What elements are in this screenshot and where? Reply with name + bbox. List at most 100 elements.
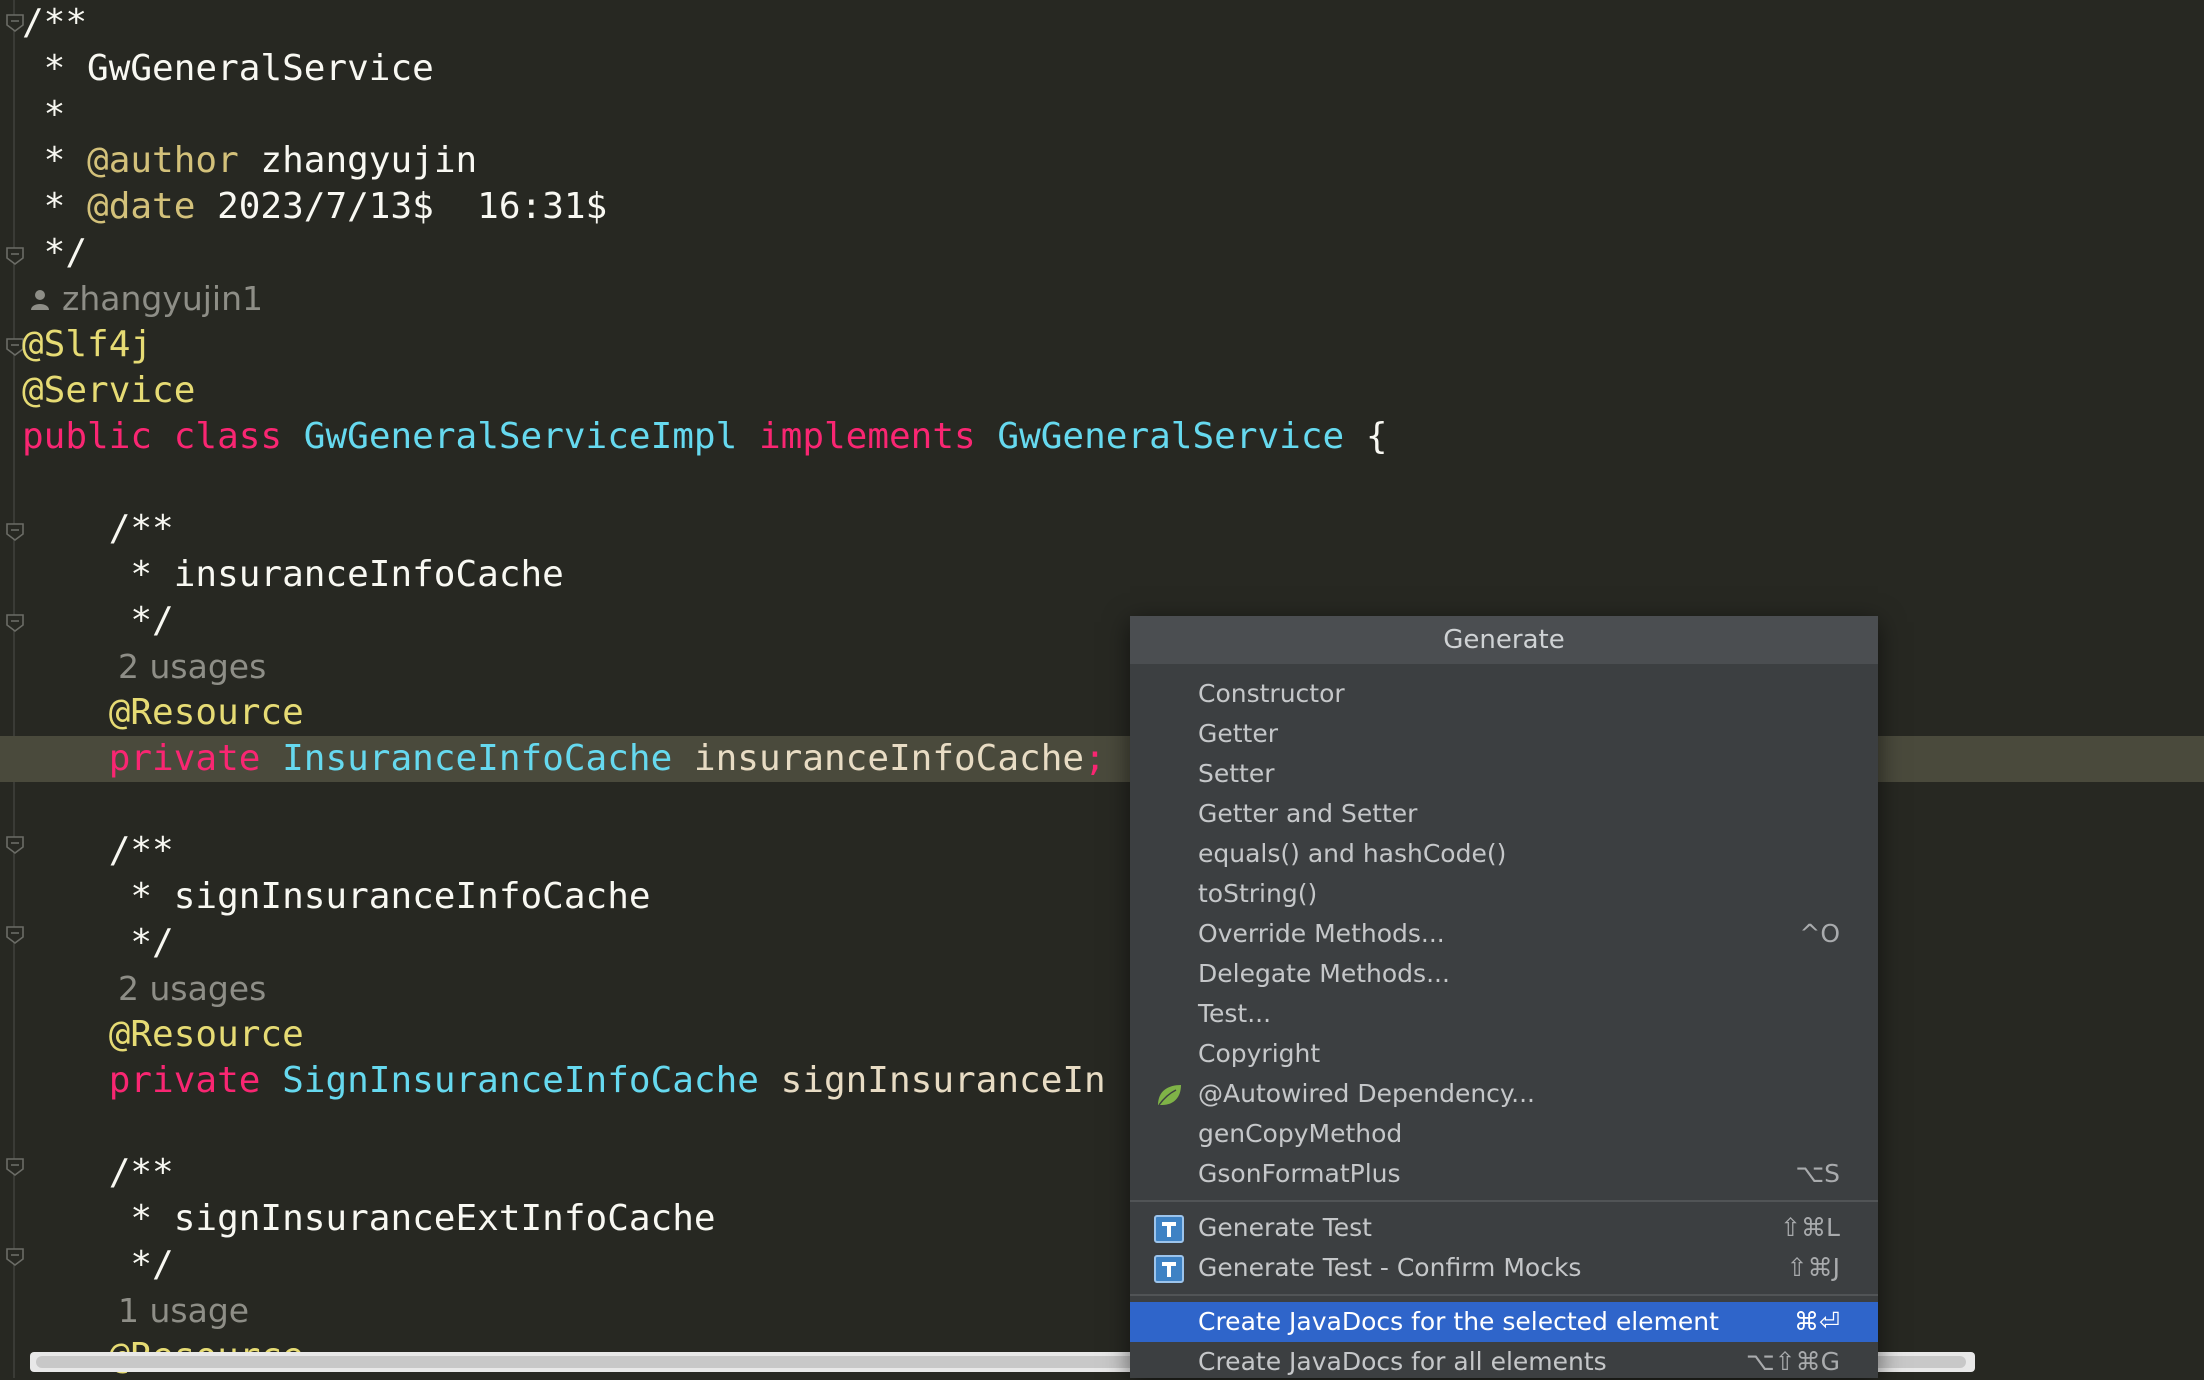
code-token: @Resource [22, 1014, 304, 1055]
code-token: InsuranceInfoCache [282, 738, 673, 779]
menu-item-create-javadocs-for-all-elements[interactable]: Create JavaDocs for all elements ⌥⇧⌘G [1130, 1342, 1878, 1378]
code-line[interactable]: * @date 2023/7/13$ 16:31$ [0, 184, 2204, 230]
code-line[interactable]: @Slf4j [0, 322, 2204, 368]
code-token: GwGeneralServiceImpl [303, 416, 738, 457]
menu-item-test[interactable]: Test... [1130, 994, 1878, 1034]
menu-item-label: Create JavaDocs for the selected element [1198, 1307, 1719, 1336]
menu-item-autowired-dependency[interactable]: @Autowired Dependency... [1130, 1074, 1878, 1114]
code-token: */ [22, 232, 88, 273]
menu-item-label: Setter [1198, 759, 1275, 788]
menu-item-equals-and-hashcode[interactable]: equals() and hashCode() [1130, 834, 1878, 874]
code-token: zhangyujin [238, 140, 478, 181]
menu-item-generate-test[interactable]: Generate Test ⇧⌘L [1130, 1208, 1878, 1248]
code-token: public [22, 416, 153, 457]
menu-item-gsonformatplus[interactable]: GsonFormatPlus ⌥S [1130, 1154, 1878, 1194]
menu-item-shortcut: ⇧⌘J [1786, 1253, 1840, 1282]
menu-item-label: Copyright [1198, 1039, 1321, 1068]
code-line[interactable]: * [0, 92, 2204, 138]
menu-item-label: @Autowired Dependency... [1198, 1079, 1535, 1108]
code-line[interactable]: /** [0, 0, 2204, 46]
code-token: implements [758, 416, 976, 457]
menu-item-override-methods[interactable]: Override Methods... ^O [1130, 914, 1878, 954]
code-token: signInsuranceIn [758, 1060, 1106, 1101]
menu-item-shortcut: ⌥⇧⌘G [1745, 1347, 1840, 1376]
generate-popup: Generate Constructor Getter Setter Getter a… [1130, 616, 1878, 1378]
spring-leaf-icon [1154, 1081, 1184, 1109]
code-token: private [108, 738, 261, 779]
menu-item-label: Test... [1198, 999, 1272, 1028]
menu-item-label: Generate Test - Confirm Mocks [1198, 1253, 1582, 1282]
menu-item-label: Getter [1198, 719, 1279, 748]
menu-item-label: toString() [1198, 879, 1318, 908]
code-token: */ [22, 922, 174, 963]
menu-item-label: Generate Test [1198, 1213, 1372, 1242]
menu-item-label: Override Methods... [1198, 919, 1445, 948]
code-token: * [22, 140, 88, 181]
menu-separator [1130, 1200, 1878, 1202]
menu-item-tostring[interactable]: toString() [1130, 874, 1878, 914]
menu-item-label: equals() and hashCode() [1198, 839, 1507, 868]
code-token: * GwGeneralService [22, 48, 434, 89]
menu-item-delegate-methods[interactable]: Delegate Methods... [1130, 954, 1878, 994]
menu-item-copyright[interactable]: Copyright [1130, 1034, 1878, 1074]
menu-item-constructor[interactable]: Constructor [1130, 674, 1878, 714]
menu-item-label: GsonFormatPlus [1198, 1159, 1401, 1188]
code-token: /** [22, 508, 174, 549]
code-token: /** [22, 1152, 174, 1193]
hint-text: zhangyujin1 [62, 279, 264, 318]
code-token: * insuranceInfoCache [22, 554, 564, 595]
menu-item-getter-and-setter[interactable]: Getter and Setter [1130, 794, 1878, 834]
hint-text: 1 usage [118, 1291, 250, 1330]
menu-item-setter[interactable]: Setter [1130, 754, 1878, 794]
code-token: SignInsuranceInfoCache [282, 1060, 759, 1101]
code-line[interactable]: /** [0, 506, 2204, 552]
code-token: class [173, 416, 283, 457]
code-token: @Slf4j [22, 324, 153, 365]
generate-menu: Constructor Getter Setter Getter and Setter… [1130, 674, 1878, 1378]
menu-item-getter[interactable]: Getter [1130, 714, 1878, 754]
menu-item-label: Delegate Methods... [1198, 959, 1450, 988]
hint-text: 2 usages [118, 969, 267, 1008]
menu-item-shortcut: ⌥S [1795, 1159, 1840, 1188]
code-token: @author [87, 140, 239, 181]
code-token: @Resource [22, 692, 304, 733]
menu-item-create-javadocs-for-the-selected-element[interactable]: Create JavaDocs for the selected element… [1130, 1302, 1878, 1342]
menu-separator [1130, 1294, 1878, 1296]
menu-item-label: Constructor [1198, 679, 1345, 708]
code-line[interactable]: * GwGeneralService [0, 46, 2204, 92]
menu-item-label: Create JavaDocs for all elements [1198, 1347, 1607, 1376]
popup-title: Generate [1130, 616, 1878, 664]
code-token: @Service [22, 370, 196, 411]
code-token: /** [22, 830, 174, 871]
menu-item-label: genCopyMethod [1198, 1119, 1403, 1148]
code-token: insuranceInfoCache [672, 738, 1085, 779]
code-token: @date [87, 186, 196, 227]
menu-item-shortcut: ⇧⌘L [1780, 1213, 1840, 1242]
code-line[interactable]: public class GwGeneralServiceImpl implem… [0, 414, 2204, 460]
code-line[interactable]: * insuranceInfoCache [0, 552, 2204, 598]
code-line[interactable]: */ [0, 230, 2204, 276]
test-generator-icon [1154, 1255, 1184, 1283]
code-token: * signInsuranceInfoCache [22, 876, 651, 917]
test-generator-icon [1154, 1215, 1184, 1243]
code-token: * signInsuranceExtInfoCache [22, 1198, 716, 1239]
menu-item-shortcut: ⌘⏎ [1794, 1307, 1840, 1336]
code-line[interactable]: * @author zhangyujin [0, 138, 2204, 184]
menu-item-shortcut: ^O [1799, 919, 1840, 948]
author-hint[interactable]: zhangyujin1 [0, 276, 2204, 322]
menu-item-generate-test-confirm-mocks[interactable]: Generate Test - Confirm Mocks ⇧⌘J [1130, 1248, 1878, 1288]
menu-item-gencopymethod[interactable]: genCopyMethod [1130, 1114, 1878, 1154]
code-token: private [108, 1060, 261, 1101]
code-line[interactable]: @Service [0, 368, 2204, 414]
person-icon [30, 278, 50, 310]
code-token: /** [22, 2, 88, 43]
code-token: * [22, 186, 88, 227]
